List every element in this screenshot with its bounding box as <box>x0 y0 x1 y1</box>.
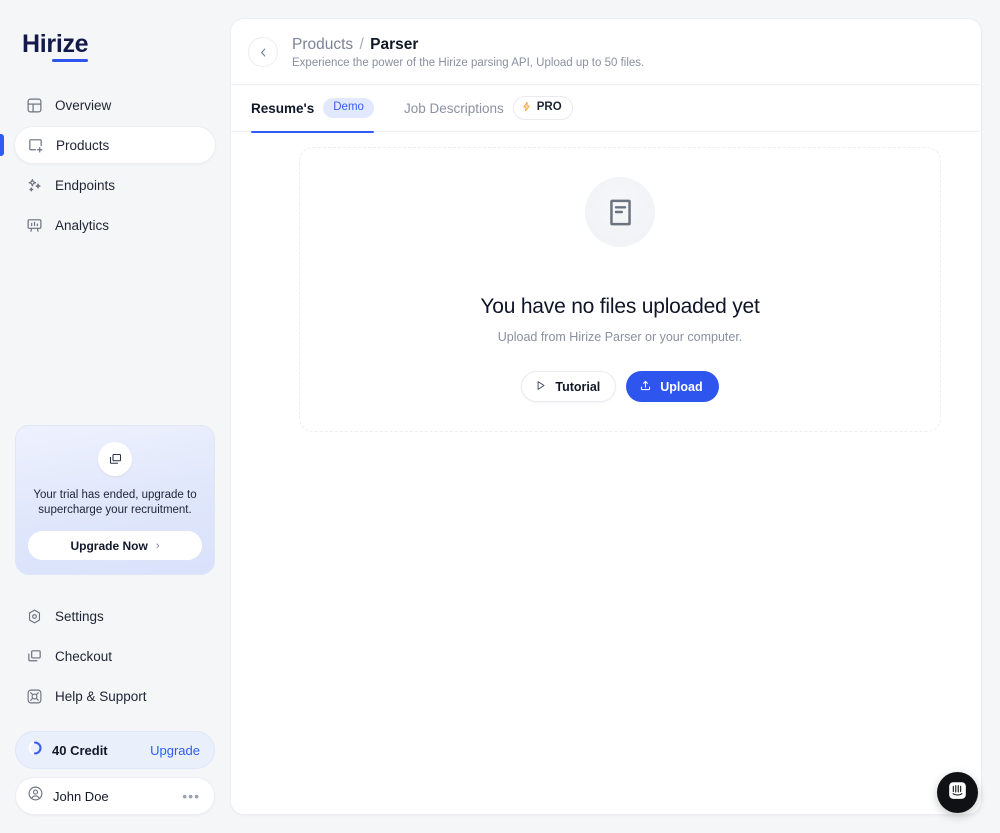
gear-icon <box>26 608 43 625</box>
document-icon <box>585 177 655 247</box>
play-icon <box>534 379 547 395</box>
lightning-bolt-icon <box>521 101 532 116</box>
sidebar-item-label: Overview <box>55 97 112 113</box>
upload-button[interactable]: Upload <box>626 371 719 402</box>
sidebar-item-endpoints[interactable]: Endpoints <box>14 166 216 204</box>
chevron-left-icon <box>260 47 265 57</box>
sidebar-item-label: Analytics <box>55 217 110 233</box>
credit-upgrade-link[interactable]: Upgrade <box>150 743 200 758</box>
user-name: John Doe <box>53 788 109 804</box>
brand-logo[interactable]: Hirize <box>0 0 230 72</box>
chevron-right-icon: › <box>155 539 160 552</box>
back-button[interactable] <box>248 37 278 67</box>
sidebar-item-label: Endpoints <box>55 177 116 193</box>
app-root: Hirize Overview Products Endpoints Analy… <box>0 0 1000 833</box>
stacked-cards-icon <box>26 648 43 665</box>
empty-state-actions: Tutorial Upload <box>521 371 719 402</box>
brand-underline <box>52 59 89 62</box>
dropzone-wrapper: You have no files uploaded yet Upload fr… <box>231 132 981 432</box>
avatar-icon <box>27 785 44 807</box>
user-profile-pill[interactable]: John Doe ••• <box>15 777 215 815</box>
demo-badge: Demo <box>323 98 374 118</box>
sidebar-item-label: Help & Support <box>55 688 147 704</box>
pro-badge: PRO <box>512 95 573 121</box>
tutorial-button-label: Tutorial <box>555 379 601 394</box>
breadcrumb-block: Products / Parser Experience the power o… <box>292 35 644 69</box>
sidebar: Hirize Overview Products Endpoints Analy… <box>0 0 230 833</box>
upload-button-label: Upload <box>660 379 703 394</box>
chat-widget-button[interactable] <box>937 772 978 813</box>
active-indicator <box>0 134 4 156</box>
intercom-icon <box>947 780 968 806</box>
file-dropzone[interactable]: You have no files uploaded yet Upload fr… <box>299 147 941 432</box>
tab-job-descriptions[interactable]: Job Descriptions PRO <box>388 85 587 132</box>
sidebar-item-label: Settings <box>55 608 104 624</box>
trial-message: Your trial has ended, upgrade to superch… <box>33 489 197 516</box>
sidebar-item-help-support[interactable]: Help & Support <box>14 677 216 715</box>
upgrade-now-button[interactable]: Upgrade Now › <box>28 531 202 560</box>
tab-resumes[interactable]: Resume's Demo <box>251 85 388 133</box>
breadcrumb-parent[interactable]: Products <box>292 36 353 53</box>
breadcrumb: Products / Parser <box>292 35 644 54</box>
stacked-cards-icon <box>98 442 132 476</box>
pro-badge-label: PRO <box>536 101 562 114</box>
product-box-icon <box>27 137 44 154</box>
sparkles-icon <box>26 177 43 194</box>
layout-grid-icon <box>26 97 43 114</box>
empty-state-title: You have no files uploaded yet <box>480 295 760 318</box>
sidebar-item-settings[interactable]: Settings <box>14 597 216 635</box>
brand-name: Hirize <box>22 32 89 62</box>
breadcrumb-separator: / <box>359 36 364 53</box>
sidebar-item-label: Products <box>56 137 110 153</box>
tutorial-button[interactable]: Tutorial <box>521 371 617 402</box>
upgrade-now-label: Upgrade Now <box>70 538 148 553</box>
chart-presentation-icon <box>26 217 43 234</box>
page-subtitle: Experience the power of the Hirize parsi… <box>292 57 645 69</box>
tab-bar: Resume's Demo Job Descriptions PRO <box>231 85 981 133</box>
user-menu-icon[interactable]: ••• <box>182 789 200 803</box>
credit-label: 40 Credit <box>52 742 108 758</box>
sidebar-item-products[interactable]: Products <box>0 126 216 164</box>
breadcrumb-current: Parser <box>370 36 419 53</box>
primary-nav: Overview Products Endpoints Analytics <box>0 86 230 246</box>
main-area: Products / Parser Experience the power o… <box>230 0 1000 833</box>
sidebar-item-overview[interactable]: Overview <box>14 86 216 124</box>
credit-balance-pill[interactable]: 40 Credit Upgrade <box>15 731 215 769</box>
credit-ring-icon <box>27 740 43 761</box>
secondary-nav: Settings Checkout Help & Support <box>0 597 230 717</box>
tab-job-descriptions-label: Job Descriptions <box>403 100 504 116</box>
content-card: Products / Parser Experience the power o… <box>230 18 982 815</box>
sidebar-item-analytics[interactable]: Analytics <box>14 206 216 244</box>
upload-arrow-icon <box>639 379 652 395</box>
lifebuoy-icon <box>26 688 43 705</box>
trial-upgrade-card: Your trial has ended, upgrade to superch… <box>15 425 215 575</box>
empty-state-subtitle: Upload from Hirize Parser or your comput… <box>497 330 743 344</box>
sidebar-item-label: Checkout <box>55 648 113 664</box>
sidebar-item-checkout[interactable]: Checkout <box>14 637 216 675</box>
page-header: Products / Parser Experience the power o… <box>231 19 981 85</box>
tab-resumes-label: Resume's <box>251 100 315 116</box>
